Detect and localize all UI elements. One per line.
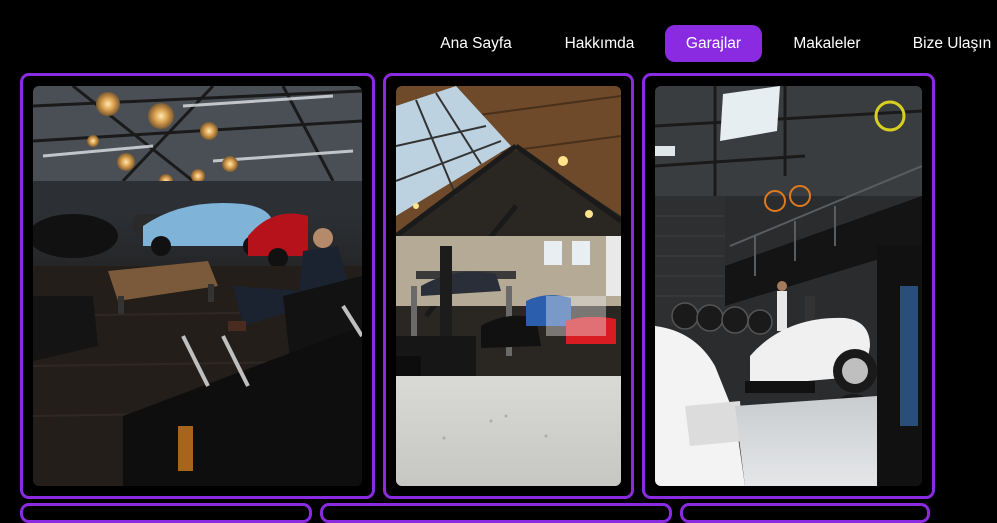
garage-card-3[interactable] bbox=[642, 73, 935, 499]
skylight-workshop-garage-photo bbox=[396, 86, 621, 486]
nav-link-garages[interactable]: Garajlar bbox=[665, 25, 762, 62]
garage-card-6[interactable] bbox=[680, 503, 930, 523]
garage-card-5[interactable] bbox=[320, 503, 672, 523]
nav-link-contact[interactable]: Bize Ulaşın bbox=[898, 25, 997, 62]
luxury-lounge-garage-photo bbox=[33, 86, 362, 486]
loft-tuner-garage-photo bbox=[655, 86, 922, 486]
garage-card-2[interactable] bbox=[383, 73, 634, 499]
nav-link-about[interactable]: Hakkımda bbox=[548, 25, 651, 62]
garage-card-1[interactable] bbox=[20, 73, 375, 499]
garage-card-4[interactable] bbox=[20, 503, 312, 523]
top-navigation: Ana Sayfa Hakkımda Garajlar Makaleler Bi… bbox=[0, 25, 997, 62]
nav-link-home[interactable]: Ana Sayfa bbox=[427, 25, 525, 62]
nav-link-articles[interactable]: Makaleler bbox=[780, 25, 874, 62]
